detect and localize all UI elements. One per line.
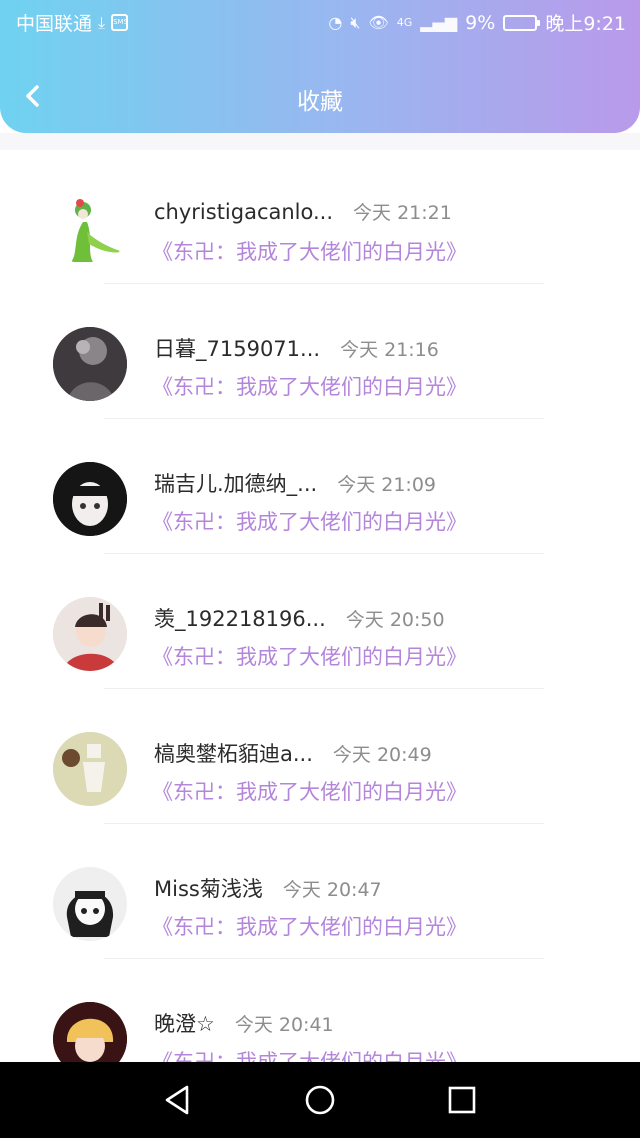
favorite-time: 今天 21:21 — [353, 202, 452, 224]
clock: 晚上9:21 — [545, 13, 626, 35]
list-item[interactable]: chyristigacanlo... 今天 21:21 《东卍：我成了大佬们的白… — [0, 150, 640, 285]
favorite-time: 今天 20:41 — [234, 1014, 334, 1036]
data-saver-icon: ◔ — [328, 13, 343, 32]
list-item[interactable]: 羡_192218196... 今天 20:50 《东卍：我成了大佬们的白月光》 — [0, 555, 640, 690]
network-type: 4G — [396, 16, 413, 29]
status-bar: 中国联通 ⤓ SMS ◔ 🔇︎ 👁︎ 4G ▂▄▆ 9% 晚上9:21 — [0, 0, 640, 44]
avatar[interactable] — [53, 327, 127, 401]
favorite-time: 今天 21:16 — [340, 339, 439, 361]
title-bar: 收藏 — [0, 60, 640, 130]
divider — [104, 418, 544, 419]
user-name: 羡_192218196... — [154, 607, 326, 631]
battery-percent: 9% — [465, 11, 496, 34]
square-recents-icon — [448, 1086, 476, 1114]
avatar[interactable] — [53, 462, 127, 536]
divider — [104, 283, 544, 284]
avatar[interactable] — [53, 597, 127, 671]
avatar[interactable] — [53, 1002, 127, 1062]
triangle-back-icon — [165, 1085, 189, 1115]
system-navigation-bar — [0, 1062, 640, 1138]
avatar[interactable] — [53, 867, 127, 941]
book-title-link[interactable]: 《东卍：我成了大佬们的白月光》 — [152, 641, 467, 671]
favorite-time: 今天 20:50 — [345, 609, 445, 631]
user-name: 槁奥鐢柘貊迪a... — [154, 742, 313, 766]
favorite-time: 今天 20:47 — [282, 879, 382, 901]
favorite-time: 今天 21:09 — [337, 474, 436, 496]
user-name: chyristigacanlo... — [154, 200, 334, 224]
divider — [104, 688, 544, 689]
user-name: 日暮_7159071... — [154, 337, 321, 361]
divider — [104, 823, 544, 824]
book-title-link[interactable]: 《东卍：我成了大佬们的白月光》 — [152, 776, 467, 806]
book-title-link[interactable]: 《东卍：我成了大佬们的白月光》 — [152, 371, 467, 401]
eye-icon: 👁︎ — [368, 13, 389, 32]
sms-icon: SMS — [111, 14, 129, 31]
avatar[interactable] — [53, 732, 127, 806]
carrier-label: 中国联通 — [16, 13, 93, 35]
circle-home-icon — [305, 1085, 335, 1115]
list-item[interactable]: Miss菊浅浅 今天 20:47 《东卍：我成了大佬们的白月光》 — [0, 825, 640, 960]
book-title-link[interactable]: 《东卍：我成了大佬们的白月光》 — [152, 506, 467, 536]
nav-back-button[interactable] — [160, 1082, 196, 1118]
avatar[interactable] — [53, 192, 127, 266]
book-title-link[interactable]: 《东卍：我成了大佬们的白月光》 — [152, 236, 467, 266]
divider — [104, 553, 544, 554]
nav-home-button[interactable] — [302, 1082, 338, 1118]
mute-icon: 🔇︎ — [350, 12, 361, 32]
list-item[interactable]: 瑞吉儿.加德纳_... 今天 21:09 《东卍：我成了大佬们的白月光》 — [0, 420, 640, 555]
user-name: 晚澄☆ — [154, 1012, 215, 1036]
list-item[interactable]: 日暮_7159071... 今天 21:16 《东卍：我成了大佬们的白月光》 — [0, 285, 640, 420]
list-item[interactable]: 槁奥鐢柘貊迪a... 今天 20:49 《东卍：我成了大佬们的白月光》 — [0, 690, 640, 825]
book-title-link[interactable]: 《东卍：我成了大佬们的白月光》 — [152, 1046, 467, 1062]
list-item[interactable]: 晚澄☆ 今天 20:41 《东卍：我成了大佬们的白月光》 — [0, 960, 640, 1062]
battery-icon — [503, 14, 541, 31]
signal-icon: ▂▄▆ — [420, 13, 458, 32]
favorites-list[interactable]: chyristigacanlo... 今天 21:21 《东卍：我成了大佬们的白… — [0, 150, 640, 1062]
nav-recents-button[interactable] — [444, 1082, 480, 1118]
favorite-time: 今天 20:49 — [332, 744, 432, 766]
user-name: 瑞吉儿.加德纳_... — [154, 472, 318, 496]
page-title: 收藏 — [297, 89, 343, 115]
download-icon: ⤓ — [98, 12, 106, 32]
book-title-link[interactable]: 《东卍：我成了大佬们的白月光》 — [152, 911, 467, 941]
section-separator — [0, 133, 640, 150]
divider — [104, 958, 544, 959]
app-header: 中国联通 ⤓ SMS ◔ 🔇︎ 👁︎ 4G ▂▄▆ 9% 晚上9:21 收藏 — [0, 0, 640, 133]
user-name: Miss菊浅浅 — [154, 877, 263, 901]
